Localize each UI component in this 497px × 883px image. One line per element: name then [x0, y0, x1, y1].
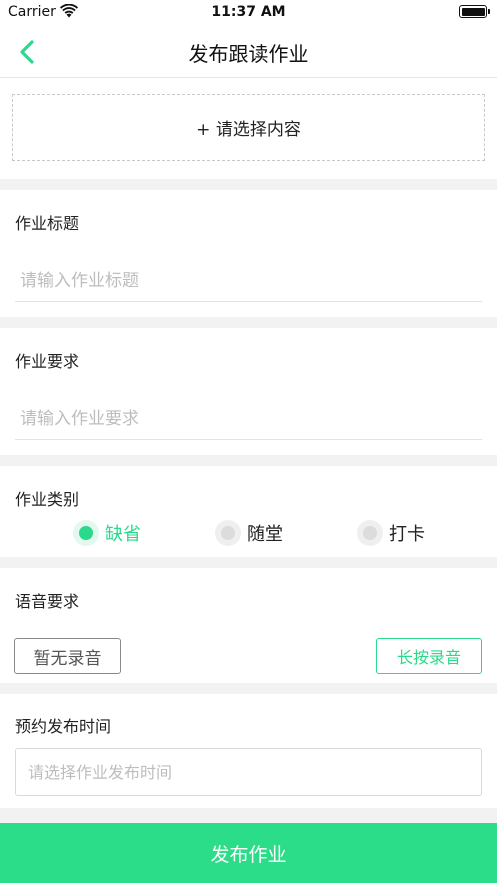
- title-input[interactable]: [15, 260, 482, 302]
- section-divider: [0, 808, 497, 823]
- type-section-label: 作业类别: [15, 490, 80, 509]
- section-divider: [0, 683, 497, 694]
- voice-section-label: 语音要求: [15, 592, 80, 611]
- schedule-section-label: 预约发布时间: [15, 717, 112, 736]
- section-divider: [0, 179, 497, 190]
- type-option-in-class[interactable]: 随堂: [215, 518, 283, 548]
- page-title: 发布跟读作业: [188, 42, 309, 66]
- section-divider: [0, 455, 497, 466]
- clock-label: 11:37 AM: [211, 4, 286, 20]
- select-content-button[interactable]: + 请选择内容: [12, 94, 485, 161]
- publish-time-input[interactable]: [15, 748, 482, 796]
- radio-unselected-icon: [215, 520, 241, 546]
- status-bar: Carrier 11:37 AM: [0, 0, 497, 26]
- type-option-label: 缺省: [105, 524, 141, 545]
- type-option-label: 打卡: [389, 524, 425, 545]
- type-option-label: 随堂: [247, 524, 283, 545]
- battery-icon: [459, 5, 490, 18]
- publish-homework-button[interactable]: 发布作业: [0, 823, 497, 883]
- type-option-check-in[interactable]: 打卡: [357, 518, 425, 548]
- title-section-label: 作业标题: [15, 214, 80, 233]
- radio-selected-icon: [73, 520, 99, 546]
- no-recording-badge: 暂无录音: [14, 638, 121, 674]
- requirement-input[interactable]: [15, 398, 482, 440]
- nav-bar: 发布跟读作业: [0, 26, 497, 78]
- requirement-section-label: 作业要求: [15, 352, 80, 371]
- section-divider: [0, 317, 497, 328]
- hold-to-record-button[interactable]: 长按录音: [376, 638, 482, 674]
- radio-unselected-icon: [357, 520, 383, 546]
- type-option-default[interactable]: 缺省: [73, 518, 141, 548]
- section-divider: [0, 557, 497, 568]
